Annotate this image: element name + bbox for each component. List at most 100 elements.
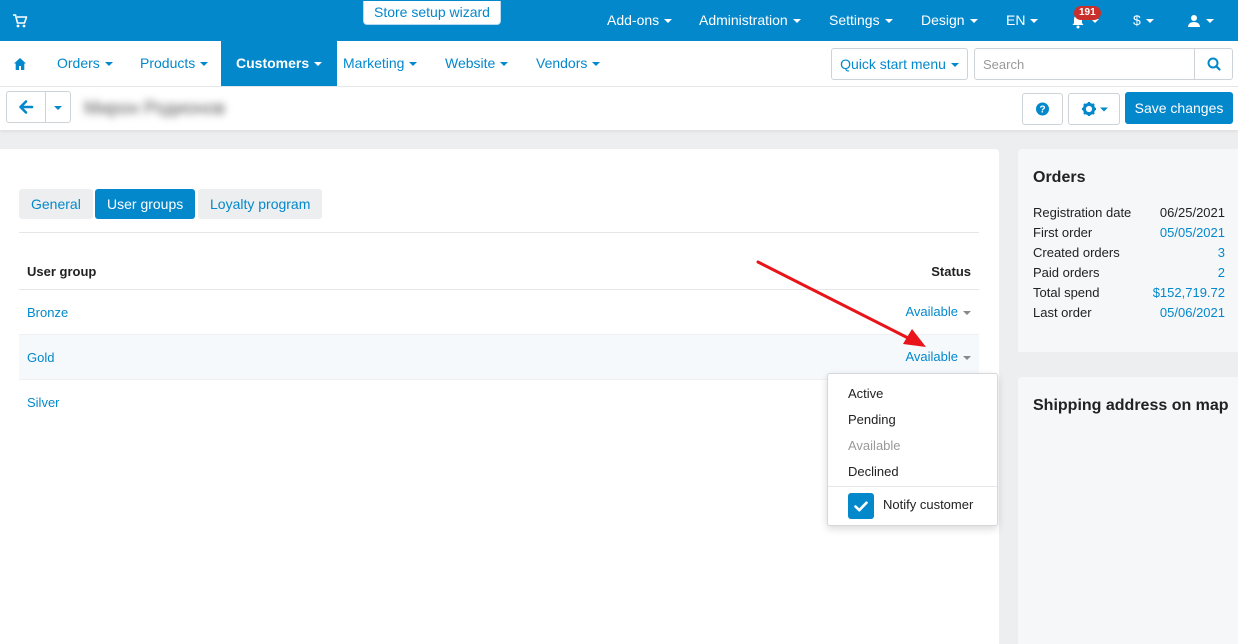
tabs-divider [19, 232, 979, 233]
notifications-count-badge: 191 [1074, 6, 1101, 20]
arrow-left-icon [19, 100, 34, 114]
chevron-down-icon [500, 62, 509, 67]
stat-label: Paid orders [1033, 265, 1100, 280]
language-menu[interactable]: EN [1006, 0, 1039, 41]
nav-vendors[interactable]: Vendors [536, 41, 601, 86]
back-button[interactable] [7, 92, 45, 122]
settings-menu[interactable]: Settings [829, 0, 893, 41]
status-value: Available [905, 349, 958, 364]
stat-label: First order [1033, 225, 1093, 240]
page-toolbar: Мирон Родионов ? Save changes [0, 87, 1238, 130]
stat-value-link[interactable]: 2 [1218, 265, 1225, 280]
shipping-map-panel: Shipping address on map [1018, 377, 1238, 644]
cart-icon[interactable] [12, 13, 28, 29]
notify-customer-checkbox[interactable] [848, 493, 874, 519]
currency-menu-label: $ [1133, 12, 1141, 28]
addons-menu-label: Add-ons [607, 12, 660, 28]
stat-value-link[interactable]: $152,719.72 [1153, 285, 1225, 300]
search-icon [1207, 57, 1221, 71]
stat-value-link[interactable]: 05/06/2021 [1160, 305, 1225, 320]
status-option-pending[interactable]: Pending [848, 412, 896, 427]
chevron-down-icon [963, 355, 971, 360]
chevron-down-icon [1030, 19, 1039, 24]
chevron-down-icon [200, 62, 209, 67]
chevron-down-icon [969, 19, 978, 24]
status-option-declined[interactable]: Declined [848, 464, 899, 479]
chevron-down-icon [54, 105, 62, 110]
store-setup-wizard-button[interactable]: Store setup wizard [363, 1, 501, 25]
administration-menu[interactable]: Administration [699, 0, 801, 41]
quick-start-menu-label: Quick start menu [840, 56, 946, 72]
stat-row: Last order 05/06/2021 [1033, 305, 1225, 325]
tab-user-groups[interactable]: User groups [95, 189, 196, 219]
checkmark-icon [854, 501, 868, 512]
stat-label: Total spend [1033, 285, 1100, 300]
notify-customer-label[interactable]: Notify customer [883, 497, 973, 512]
search-box [974, 48, 1233, 80]
status-option-available: Available [848, 438, 901, 453]
user-icon [1188, 15, 1200, 28]
top-admin-bar: Store setup wizard Add-ons Administratio… [0, 0, 1238, 41]
stat-row: Created orders 3 [1033, 245, 1225, 265]
back-button-group [6, 91, 71, 123]
tab-loyalty-program[interactable]: Loyalty program [198, 189, 323, 219]
nav-customers-label: Customers [236, 55, 310, 71]
orders-summary-panel: Orders Registration date 06/25/2021 First… [1018, 149, 1238, 352]
nav-orders[interactable]: Orders [57, 41, 113, 86]
design-menu[interactable]: Design [921, 0, 978, 41]
stat-value-link[interactable]: 3 [1218, 245, 1225, 260]
stat-row: Paid orders 2 [1033, 265, 1225, 285]
help-button[interactable]: ? [1022, 93, 1063, 125]
table-header: User group Status [19, 256, 979, 290]
chevron-down-icon [104, 62, 113, 67]
question-icon: ? [1036, 102, 1049, 116]
nav-website[interactable]: Website [445, 41, 509, 86]
chevron-down-icon [409, 62, 418, 67]
user-menu[interactable] [1187, 0, 1214, 41]
dropdown-divider [828, 486, 997, 487]
page-title: Мирон Родионов [84, 98, 225, 118]
user-group-link[interactable]: Silver [27, 395, 60, 410]
stat-row: Total spend $152,719.72 [1033, 285, 1225, 305]
gear-icon [1082, 102, 1108, 116]
shipping-map-title: Shipping address on map [1033, 397, 1229, 414]
user-group-link[interactable]: Gold [27, 350, 54, 365]
tab-general[interactable]: General [19, 189, 93, 219]
language-menu-label: EN [1006, 12, 1026, 28]
administration-menu-label: Administration [699, 12, 788, 28]
status-dropdown-toggle[interactable]: Available [905, 349, 971, 364]
stat-row: Registration date 06/25/2021 [1033, 205, 1225, 225]
chevron-down-icon [963, 310, 971, 315]
settings-gear-button[interactable] [1068, 93, 1120, 125]
currency-menu[interactable]: $ [1133, 0, 1154, 41]
settings-menu-label: Settings [829, 12, 880, 28]
stat-row: First order 05/05/2021 [1033, 225, 1225, 245]
search-input[interactable] [975, 49, 1195, 79]
nav-products[interactable]: Products [140, 41, 209, 86]
stat-value: 06/25/2021 [1159, 205, 1225, 220]
status-dropdown-toggle[interactable]: Available [905, 304, 971, 319]
chevron-down-icon [592, 62, 601, 67]
addons-menu[interactable]: Add-ons [607, 0, 673, 41]
stat-value-link[interactable]: 05/05/2021 [1160, 225, 1225, 240]
nav-marketing[interactable]: Marketing [343, 41, 418, 86]
save-changes-button[interactable]: Save changes [1125, 92, 1233, 124]
back-history-dropdown[interactable] [46, 92, 70, 122]
main-navigation: Orders Products Customers Marketing Webs… [0, 41, 1238, 87]
orders-panel-title: Orders [1033, 169, 1086, 186]
status-dropdown-menu: Active Pending Available Declined Notify… [827, 373, 998, 526]
home-link[interactable] [13, 41, 27, 86]
search-button[interactable] [1194, 49, 1232, 79]
quick-start-menu-button[interactable]: Quick start menu [831, 48, 968, 80]
stat-label: Registration date [1033, 205, 1132, 220]
nav-products-label: Products [140, 55, 196, 71]
user-group-link[interactable]: Bronze [27, 305, 68, 320]
nav-customers[interactable]: Customers [221, 41, 338, 86]
design-menu-label: Design [921, 12, 965, 28]
chevron-down-icon [950, 63, 959, 68]
chevron-down-icon [664, 19, 673, 24]
nav-vendors-label: Vendors [536, 55, 588, 71]
nav-marketing-label: Marketing [343, 55, 405, 71]
chevron-down-icon [792, 19, 801, 24]
status-option-active[interactable]: Active [848, 386, 883, 401]
